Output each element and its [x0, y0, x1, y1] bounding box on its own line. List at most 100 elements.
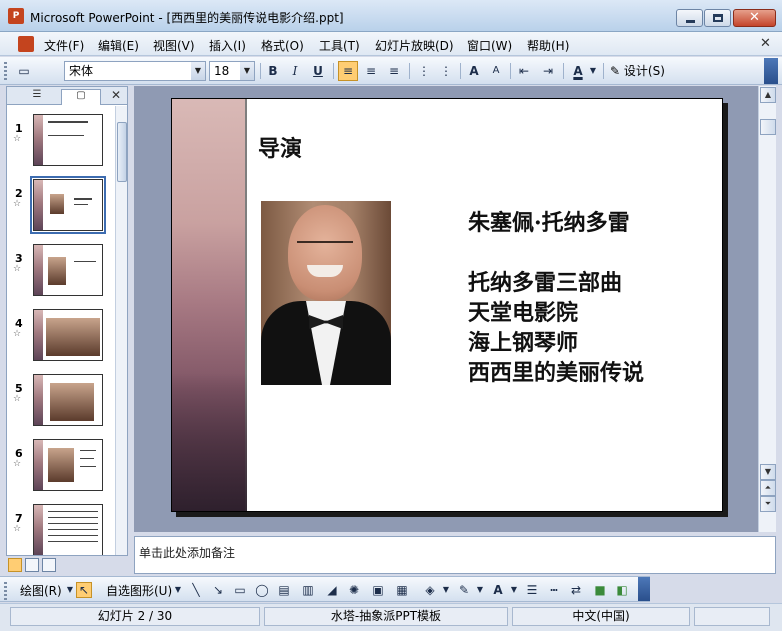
line-color-icon[interactable]: ✎ [456, 582, 472, 598]
arrow-icon[interactable]: ↘ [210, 582, 226, 598]
powerpoint-icon[interactable]: P [8, 8, 24, 24]
menu-slideshow[interactable]: 幻灯片放映(D) [375, 37, 454, 54]
current-slide[interactable]: 导演 朱塞佩·托纳多雷 托纳多雷三部曲 天堂电影院 海上钢琴师 西西里的美丽传说 [171, 98, 723, 512]
menu-insert[interactable]: 插入(I) [209, 37, 246, 54]
menu-edit[interactable]: 编辑(E) [98, 37, 139, 54]
slide-line-2[interactable]: 天堂电影院 [468, 295, 578, 327]
scroll-down-icon[interactable]: ▼ [760, 464, 776, 480]
maximize-button[interactable] [704, 9, 731, 27]
increase-indent-icon[interactable]: ⇥ [538, 61, 558, 81]
close-icon: ✕ [749, 10, 760, 25]
select-pointer-icon[interactable]: ↖ [76, 582, 92, 598]
slide-title[interactable]: 导演 [258, 131, 302, 163]
shadow-style-icon[interactable]: ■ [592, 582, 608, 598]
design-button[interactable]: ✎ 设计(S) [610, 62, 665, 79]
decrease-indent-icon[interactable]: ⇤ [514, 61, 534, 81]
slide-thumbnail-4[interactable]: 4 ☆ [7, 309, 115, 369]
diagram-icon[interactable]: ✺ [346, 582, 362, 598]
line-style-icon[interactable]: ☰ [524, 582, 540, 598]
chevron-down-icon[interactable]: ▼ [170, 582, 186, 598]
chevron-down-icon[interactable]: ▼ [438, 582, 454, 598]
close-button[interactable]: ✕ [733, 9, 776, 27]
toolbar-separator [409, 63, 410, 79]
align-left-button[interactable]: ≡ [338, 61, 358, 81]
slide-thumbnail-7[interactable]: 7 ☆ [7, 504, 115, 555]
toolbar-grip[interactable] [4, 582, 7, 600]
clipart-icon[interactable]: ▣ [370, 582, 386, 598]
thumbnail-bar [34, 310, 43, 360]
director-photo[interactable] [261, 201, 391, 385]
align-center-button[interactable]: ≡ [361, 61, 381, 81]
bold-button[interactable]: B [263, 61, 283, 81]
menu-window[interactable]: 窗口(W) [467, 37, 512, 54]
font-size-select[interactable]: 18 ▼ [209, 61, 255, 81]
underline-button[interactable]: U [308, 61, 328, 81]
3d-style-icon[interactable]: ◧ [614, 582, 630, 598]
toolbar-options-icon[interactable] [764, 58, 778, 84]
next-slide-icon[interactable]: ⏷ [760, 496, 776, 512]
tab-outline[interactable]: ☰ [17, 89, 57, 105]
previous-slide-icon[interactable]: ⏶ [760, 480, 776, 496]
picture-icon[interactable]: ▦ [394, 582, 410, 598]
notes-pane[interactable]: 单击此处添加备注 [134, 536, 776, 574]
autoshape-menu-button[interactable]: 自选图形(U) [106, 582, 172, 599]
chevron-down-icon[interactable]: ▼ [240, 62, 254, 80]
dash-style-icon[interactable]: ┅ [546, 582, 562, 598]
slide-sorter-view-button[interactable] [25, 558, 39, 572]
fill-color-icon[interactable]: ◈ [422, 582, 438, 598]
font-name-select[interactable]: 宋体 ▼ [64, 61, 206, 81]
italic-button[interactable]: I [285, 61, 305, 81]
menu-tools[interactable]: 工具(T) [319, 37, 360, 54]
text-color-icon[interactable]: A [490, 582, 506, 598]
arrow-style-icon[interactable]: ⇄ [568, 582, 584, 598]
slide-thumbnail-5[interactable]: 5 ☆ [7, 374, 115, 434]
menu-format[interactable]: 格式(O) [261, 37, 304, 54]
slideshow-view-button[interactable] [42, 558, 56, 572]
line-icon[interactable]: ╲ [188, 582, 204, 598]
oval-icon[interactable]: ◯ [254, 582, 270, 598]
slide-line-4[interactable]: 西西里的美丽传说 [468, 355, 644, 387]
editor-scroll-thumb[interactable] [760, 119, 776, 135]
bullet-list-icon[interactable]: ⋮ [436, 61, 456, 81]
vertical-textbox-icon[interactable]: ▥ [300, 582, 316, 598]
slide-thumbnail-6[interactable]: 6 ☆ [7, 439, 115, 499]
font-color-button[interactable]: A [568, 61, 588, 81]
chevron-down-icon[interactable]: ▼ [191, 62, 205, 80]
rectangle-icon[interactable]: ▭ [232, 582, 248, 598]
star-icon: ☆ [13, 524, 22, 534]
notes-placeholder[interactable]: 单击此处添加备注 [139, 544, 235, 561]
minimize-button[interactable] [676, 9, 703, 27]
slide-thumbnail-2[interactable]: 2 ☆ [7, 176, 115, 239]
grow-font-button[interactable]: A [464, 61, 484, 81]
tab-slides[interactable]: ▢ [61, 89, 101, 105]
numbered-list-icon[interactable]: ⋮ [414, 61, 434, 81]
pane-scrollbar[interactable] [115, 106, 127, 555]
editor-scrollbar[interactable]: ▲ ▼ ⏶ ⏷ [758, 86, 776, 532]
chevron-down-icon[interactable]: ▼ [472, 582, 488, 598]
align-right-button[interactable]: ≡ [384, 61, 404, 81]
pane-scroll-thumb[interactable] [117, 122, 127, 182]
director-name[interactable]: 朱塞佩·托纳多雷 [468, 205, 630, 237]
slide-thumbnail-1[interactable]: 1 ☆ [7, 114, 115, 174]
shrink-font-button[interactable]: A [486, 61, 506, 81]
document-close-icon[interactable]: ✕ [760, 36, 771, 51]
menu-help[interactable]: 帮助(H) [527, 37, 569, 54]
slide-decorative-bar [172, 99, 247, 511]
menu-file[interactable]: 文件(F) [44, 37, 84, 54]
chevron-down-icon[interactable]: ▼ [506, 582, 522, 598]
menu-view[interactable]: 视图(V) [153, 37, 195, 54]
wordart-icon[interactable]: ◢ [324, 582, 340, 598]
font-color-dropdown-icon[interactable]: ▼ [588, 61, 598, 81]
pane-close-icon[interactable]: ✕ [111, 88, 121, 102]
slide-line-3[interactable]: 海上钢琴师 [468, 325, 578, 357]
slide-thumbnail-3[interactable]: 3 ☆ [7, 244, 115, 304]
draw-menu-button[interactable]: 绘图(R) [20, 582, 62, 599]
drawing-toolbar-options-icon[interactable] [638, 577, 650, 601]
toolbar-grip[interactable] [4, 62, 7, 80]
textbox-icon[interactable]: ▤ [276, 582, 292, 598]
slide-line-1[interactable]: 托纳多雷三部曲 [468, 265, 622, 297]
scroll-up-icon[interactable]: ▲ [760, 87, 776, 103]
document-icon[interactable] [18, 36, 34, 52]
new-slide-icon[interactable]: ▭ [14, 61, 34, 81]
normal-view-button[interactable] [8, 558, 22, 572]
